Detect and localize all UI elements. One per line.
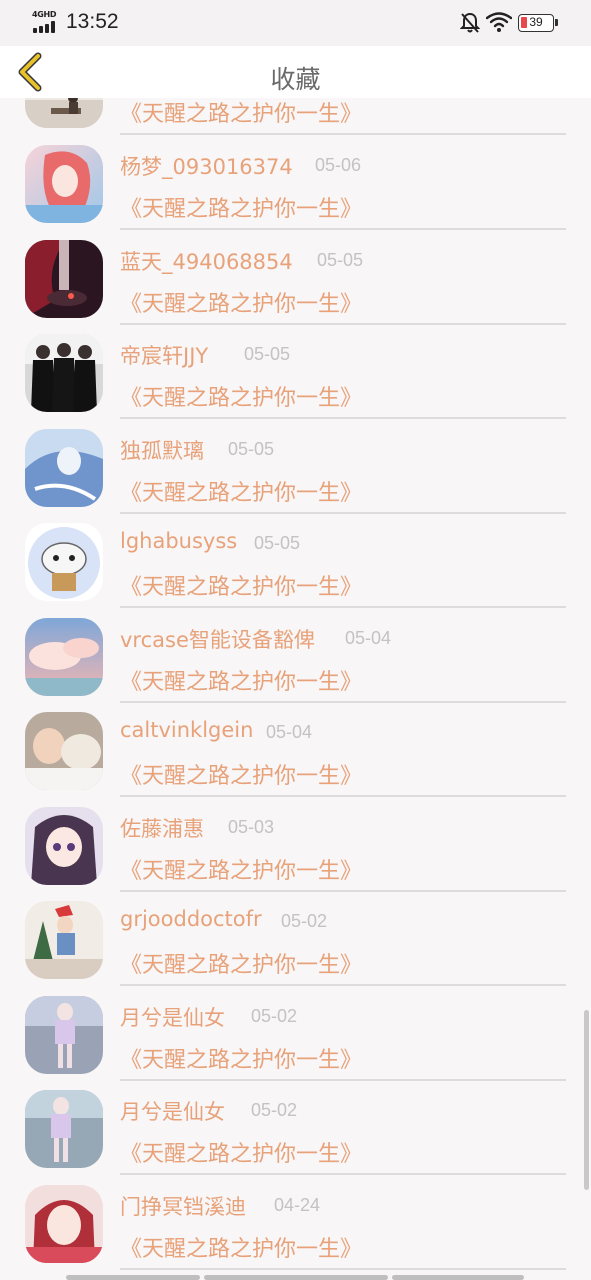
list-item[interactable]: 《天醒之路之护你一生》	[0, 98, 591, 145]
list-item[interactable]: 蓝天_494068854 05-05 《天醒之路之护你一生》	[0, 240, 591, 335]
avatar[interactable]	[25, 618, 103, 696]
list-item[interactable]: 门挣冥铛溪迪 04-24 《天醒之路之护你一生》	[0, 1185, 591, 1280]
divider	[120, 1079, 566, 1081]
divider	[120, 228, 566, 230]
post-title[interactable]: 《天醒之路之护你一生》	[120, 98, 362, 128]
post-title[interactable]: 《天醒之路之护你一生》	[120, 758, 362, 790]
avatar[interactable]	[25, 523, 103, 601]
list-item[interactable]: 独孤默璃 05-05 《天醒之路之护你一生》	[0, 429, 591, 524]
post-date: 04-24	[274, 1195, 321, 1215]
divider	[120, 795, 566, 797]
wifi-icon	[486, 12, 512, 32]
user-name[interactable]: grjooddoctofr	[120, 907, 262, 931]
post-title[interactable]: 《天醒之路之护你一生》	[120, 664, 362, 696]
post-date: 05-05	[244, 344, 291, 364]
divider	[120, 133, 566, 135]
list-item[interactable]: lghabusyss 05-05 《天醒之路之护你一生》	[0, 523, 591, 618]
divider	[120, 323, 566, 325]
signal-indicator: 4GHD	[32, 10, 62, 34]
avatar[interactable]	[25, 429, 103, 507]
divider	[120, 606, 566, 608]
post-date: 05-06	[315, 155, 362, 175]
avatar[interactable]	[25, 240, 103, 318]
post-date: 05-03	[228, 817, 275, 837]
user-name[interactable]: 蓝天_494068854	[120, 246, 293, 276]
user-name[interactable]: 独孤默璃	[120, 435, 204, 465]
post-date: 05-02	[251, 1100, 298, 1120]
divider	[120, 984, 566, 986]
avatar[interactable]	[25, 1185, 103, 1263]
avatar[interactable]	[25, 1090, 103, 1168]
divider	[120, 701, 566, 703]
user-name[interactable]: 杨梦_093016374	[120, 151, 293, 181]
post-title[interactable]: 《天醒之路之护你一生》	[120, 380, 362, 412]
user-name[interactable]: vrcase智能设备豁俾	[120, 624, 315, 654]
battery-icon: 39	[518, 14, 558, 32]
post-date: 05-05	[317, 250, 364, 270]
user-name[interactable]: 月兮是仙女	[120, 1002, 225, 1032]
list-item[interactable]: 月兮是仙女 05-02 《天醒之路之护你一生》	[0, 996, 591, 1091]
post-date: 05-04	[266, 722, 313, 742]
user-name[interactable]: lghabusyss	[120, 529, 237, 553]
divider	[120, 512, 566, 514]
list-item[interactable]: 佐藤浦惠 05-03 《天醒之路之护你一生》	[0, 807, 591, 902]
status-bar: 4GHD 13:52 39	[0, 0, 591, 46]
page-title: 收藏	[270, 65, 321, 94]
user-name[interactable]: 佐藤浦惠	[120, 813, 204, 843]
divider	[120, 890, 566, 892]
mute-bell-icon	[460, 12, 480, 33]
post-date: 05-02	[281, 911, 328, 931]
user-name[interactable]: 门挣冥铛溪迪	[120, 1191, 246, 1221]
post-title[interactable]: 《天醒之路之护你一生》	[120, 853, 362, 885]
post-title[interactable]: 《天醒之路之护你一生》	[120, 1231, 362, 1263]
avatar[interactable]	[25, 98, 103, 128]
clock: 13:52	[66, 10, 119, 33]
battery-level: 39	[529, 15, 543, 29]
divider	[120, 1173, 566, 1175]
list-item[interactable]: vrcase智能设备豁俾 05-04 《天醒之路之护你一生》	[0, 618, 591, 713]
post-date: 05-04	[345, 628, 392, 648]
network-type-label: 4GHD	[32, 10, 57, 19]
signal-bars-icon	[33, 21, 59, 33]
avatar[interactable]	[25, 901, 103, 979]
avatar[interactable]	[25, 996, 103, 1074]
divider	[120, 1268, 566, 1270]
user-name[interactable]: caltvinklgein	[120, 718, 253, 742]
post-title[interactable]: 《天醒之路之护你一生》	[120, 286, 362, 318]
list-item[interactable]: grjooddoctofr 05-02 《天醒之路之护你一生》	[0, 901, 591, 996]
post-date: 05-02	[251, 1006, 298, 1026]
list-item[interactable]: 帝宸轩JJY 05-05 《天醒之路之护你一生》	[0, 334, 591, 429]
post-title[interactable]: 《天醒之路之护你一生》	[120, 1042, 362, 1074]
avatar[interactable]	[25, 712, 103, 790]
post-title[interactable]: 《天醒之路之护你一生》	[120, 947, 362, 979]
post-title[interactable]: 《天醒之路之护你一生》	[120, 1136, 362, 1168]
post-title[interactable]: 《天醒之路之护你一生》	[120, 569, 362, 601]
avatar[interactable]	[25, 334, 103, 412]
favorites-list[interactable]: 《天醒之路之护你一生》 杨梦_093016374 05-06 《天醒之路之护你一…	[0, 98, 591, 1280]
post-date: 05-05	[254, 533, 301, 553]
avatar[interactable]	[25, 807, 103, 885]
user-name[interactable]: 月兮是仙女	[120, 1096, 225, 1126]
scrollbar[interactable]	[584, 1010, 589, 1190]
post-title[interactable]: 《天醒之路之护你一生》	[120, 475, 362, 507]
avatar[interactable]	[25, 145, 103, 223]
user-name[interactable]: 帝宸轩JJY	[120, 340, 208, 370]
post-date: 05-05	[228, 439, 275, 459]
nav-bar: 收藏	[0, 46, 591, 98]
list-item[interactable]: 月兮是仙女 05-02 《天醒之路之护你一生》	[0, 1090, 591, 1185]
divider	[120, 417, 566, 419]
post-title[interactable]: 《天醒之路之护你一生》	[120, 191, 362, 223]
list-item[interactable]: 杨梦_093016374 05-06 《天醒之路之护你一生》	[0, 145, 591, 240]
list-item[interactable]: caltvinklgein 05-04 《天醒之路之护你一生》	[0, 712, 591, 807]
